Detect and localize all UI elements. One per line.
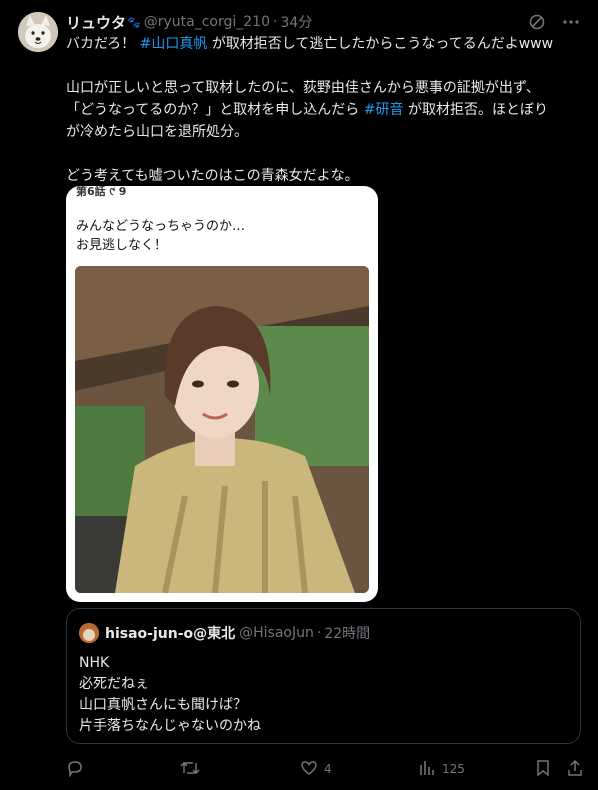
bookmark-button[interactable] bbox=[535, 759, 551, 780]
text-line: どう考えても嘘ついたのはこの青森女だよな。 bbox=[66, 168, 359, 184]
tweet[interactable]: リュウタ 🐾 @ryuta_corgi_210 · 34分 バカだろ！ #山口真… bbox=[0, 0, 598, 790]
quote-avatar[interactable] bbox=[79, 623, 99, 643]
like-button[interactable]: 4 bbox=[300, 759, 332, 780]
text-line: が冷めたら山口を退所処分。 bbox=[66, 124, 248, 140]
quote-line: NHK bbox=[79, 655, 110, 671]
text-segment: 「どうなってるのか？」と取材を申し込んだら bbox=[66, 102, 360, 118]
author-handle[interactable]: @ryuta_corgi_210 bbox=[144, 14, 270, 30]
views-icon bbox=[418, 759, 436, 780]
quote-line: 山口真帆さんにも聞けば？ bbox=[79, 697, 247, 713]
quote-timestamp: 22時間 bbox=[324, 626, 371, 642]
tweet-header: リュウタ 🐾 @ryuta_corgi_210 · 34分 bbox=[66, 11, 580, 33]
retweet-icon bbox=[180, 759, 200, 780]
media-caption: みんなどうなっちゃうのか… お見逃しなく！ bbox=[76, 217, 245, 255]
share-button[interactable] bbox=[566, 759, 584, 780]
hashtag-link[interactable]: #山口真帆 bbox=[140, 36, 208, 52]
media-top-text: 第6話 ୯ 9 bbox=[76, 186, 127, 198]
quote-author-name: hisao-jun-o@東北 bbox=[105, 626, 236, 642]
share-icon bbox=[566, 759, 584, 780]
like-count: 4 bbox=[324, 762, 332, 776]
text-segment: が取材拒否して逃亡したからこうなってるんだよwww bbox=[211, 36, 554, 52]
caption-line: お見逃しなく！ bbox=[76, 238, 168, 253]
grok-icon[interactable] bbox=[528, 13, 546, 31]
quote-line: 片手落ちなんじゃないのかね bbox=[79, 718, 261, 734]
separator-dot: · bbox=[316, 625, 322, 641]
media-image[interactable]: 第6話 ୯ 9 みんなどうなっちゃうのか… お見逃しなく！ bbox=[66, 186, 378, 602]
reply-icon bbox=[66, 759, 84, 780]
reply-button[interactable] bbox=[66, 759, 84, 780]
portrait-photo bbox=[75, 266, 369, 593]
quoted-tweet[interactable]: hisao-jun-o@東北 @HisaoJun · 22時間 NHK 必死だね… bbox=[66, 608, 581, 744]
action-bar: 4 125 bbox=[66, 758, 586, 780]
views-button[interactable]: 125 bbox=[418, 759, 465, 780]
timestamp[interactable]: 34分 bbox=[280, 12, 312, 32]
author-name[interactable]: リュウタ bbox=[66, 12, 126, 33]
separator-dot: · bbox=[272, 14, 278, 30]
paw-icon: 🐾 bbox=[127, 15, 141, 29]
tweet-text: バカだろ！ #山口真帆 が取材拒否して逃亡したからこうなってるんだよwww 山口… bbox=[66, 33, 586, 187]
text-segment: バカだろ！ bbox=[66, 36, 136, 52]
caption-line: みんなどうなっちゃうのか… bbox=[76, 219, 246, 234]
heart-icon bbox=[300, 759, 318, 780]
quote-author-handle: @HisaoJun bbox=[239, 625, 314, 641]
corgi-avatar-icon[interactable] bbox=[18, 12, 58, 52]
quote-line: 必死だねぇ bbox=[79, 676, 149, 692]
text-segment: が取材拒否。ほとぼり bbox=[407, 102, 548, 118]
retweet-button[interactable] bbox=[180, 759, 200, 780]
quote-header: hisao-jun-o@東北 @HisaoJun · 22時間 bbox=[79, 623, 370, 643]
more-icon[interactable] bbox=[562, 13, 580, 31]
quote-text: NHK 必死だねぇ 山口真帆さんにも聞けば？ 片手落ちなんじゃないのかね bbox=[79, 653, 261, 737]
view-count: 125 bbox=[442, 762, 465, 776]
text-line: 山口が正しいと思って取材したのに、荻野由佳さんから悪事の証拠が出ず、 bbox=[66, 80, 540, 96]
hashtag-link[interactable]: #研音 bbox=[364, 102, 404, 118]
bookmark-icon bbox=[535, 759, 551, 780]
